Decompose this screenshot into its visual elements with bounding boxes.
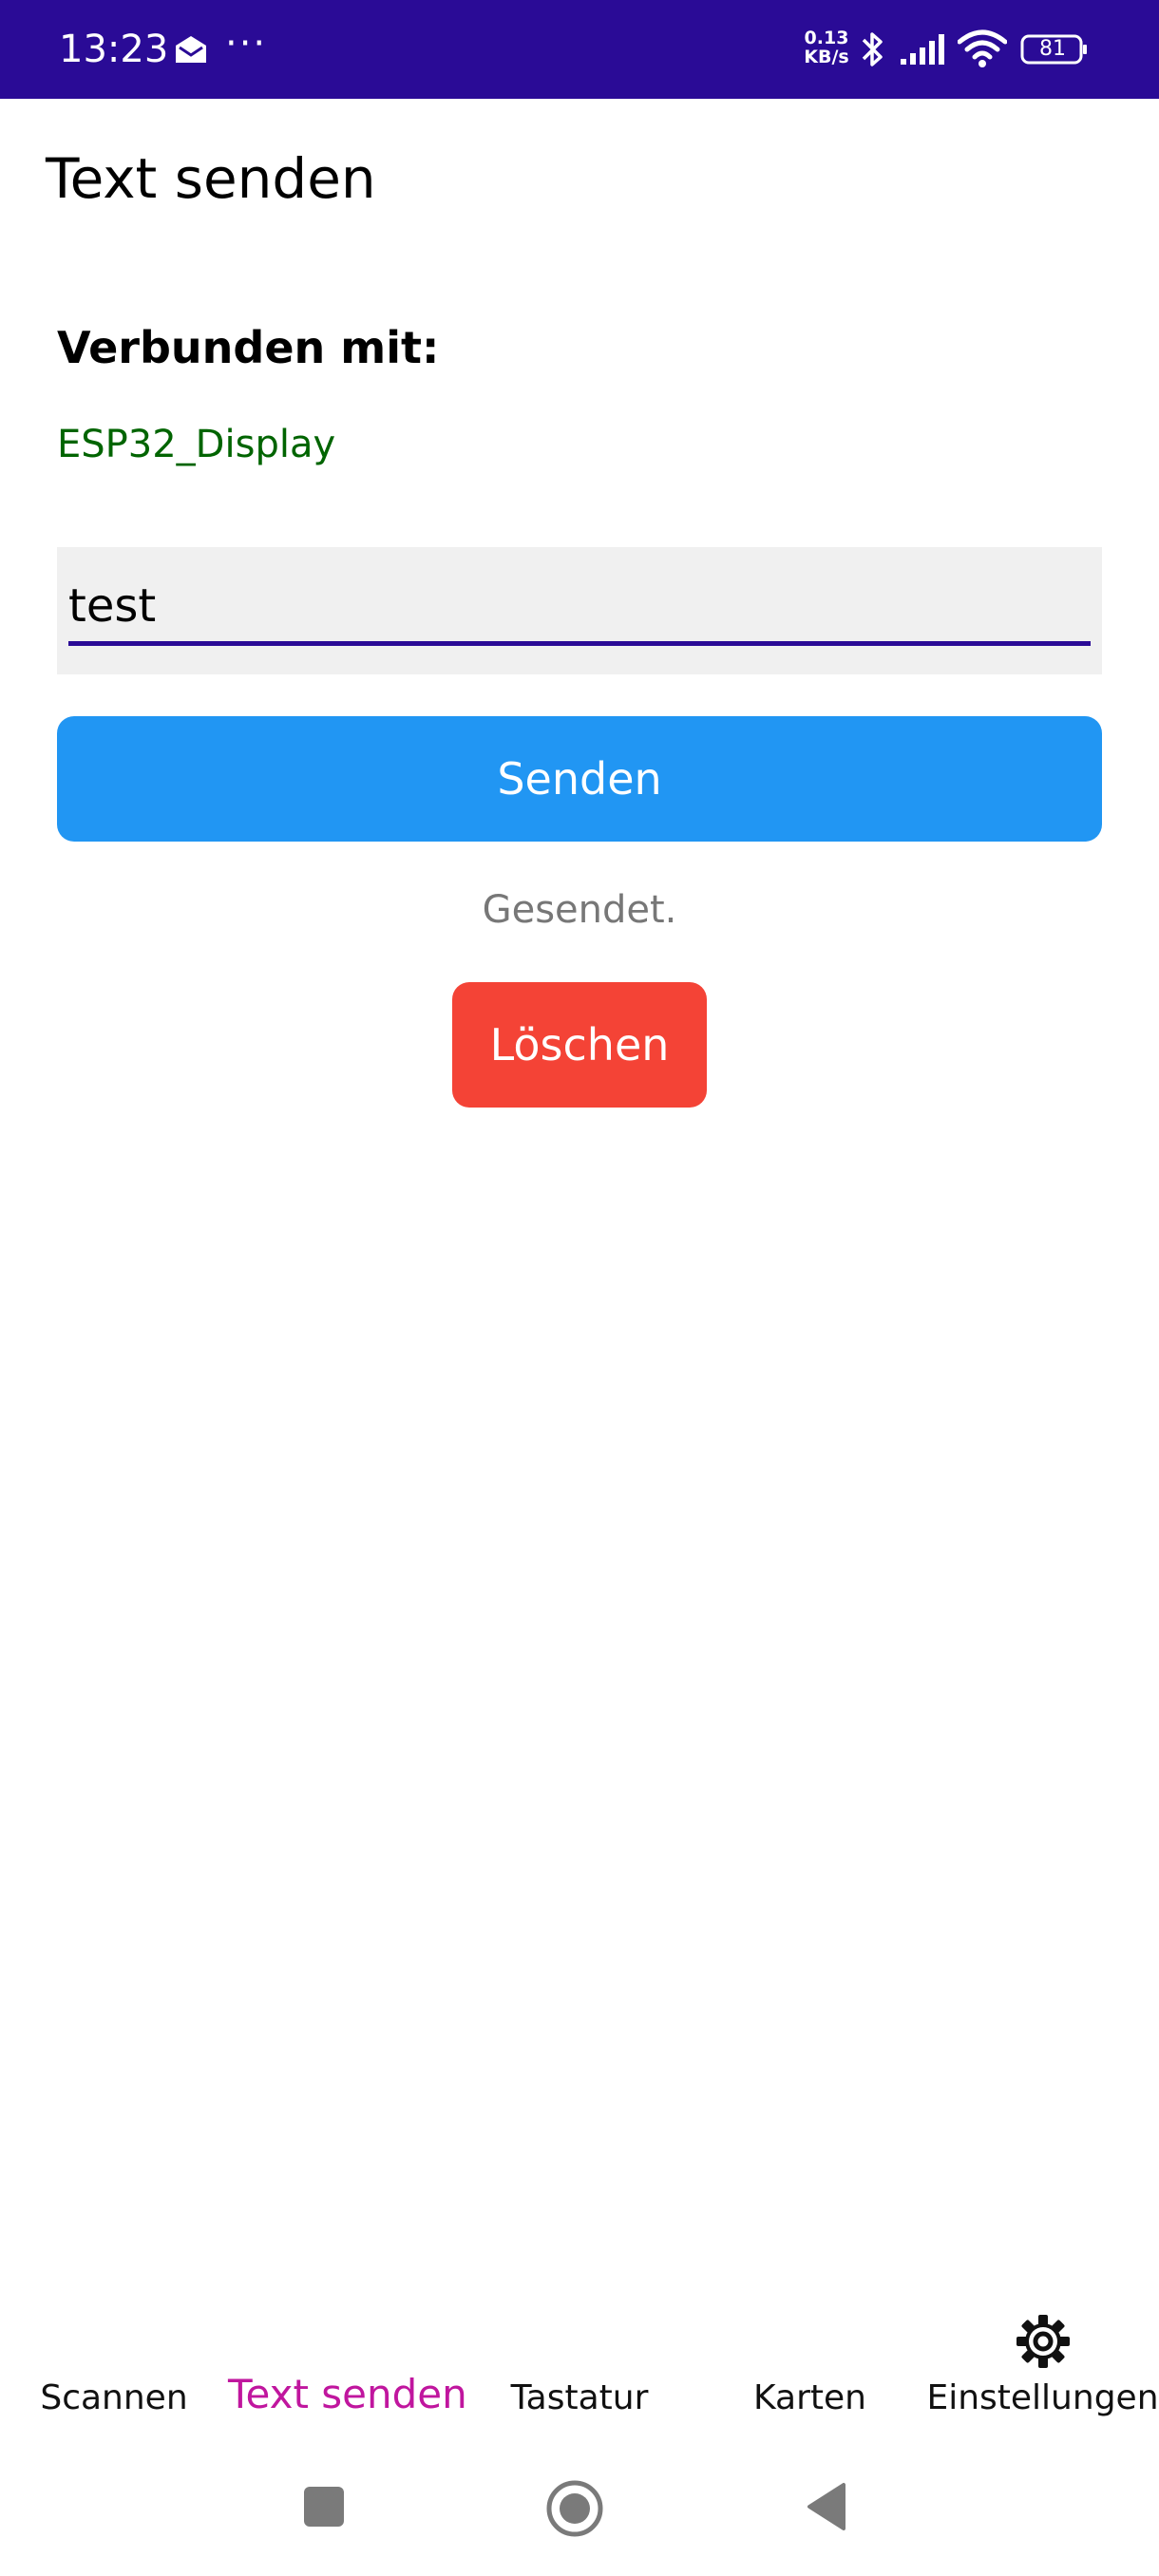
- tab-label: Einstellungen: [926, 2378, 1159, 2417]
- tab-karten[interactable]: Karten: [694, 2299, 926, 2441]
- delete-button[interactable]: Löschen: [452, 982, 707, 1108]
- mail-icon: [176, 36, 206, 63]
- wifi-icon: [958, 29, 1007, 67]
- network-speed: 0.13 KB/s: [800, 28, 853, 66]
- tab-label: Text senden: [228, 2371, 467, 2417]
- bluetooth-icon: [862, 32, 883, 66]
- battery-icon: 81: [1020, 34, 1089, 65]
- tab-scannen[interactable]: Scannen: [0, 2299, 228, 2441]
- network-speed-unit: KB/s: [804, 47, 849, 67]
- bottom-navigation: Scannen Text senden Tastatur Karten Eins…: [0, 2299, 1159, 2451]
- tab-text-senden[interactable]: Text senden: [228, 2299, 467, 2441]
- send-button[interactable]: Senden: [57, 716, 1102, 842]
- home-button[interactable]: [545, 2479, 604, 2538]
- tab-tastatur[interactable]: Tastatur: [466, 2299, 694, 2441]
- network-speed-value: 0.13: [804, 28, 849, 48]
- battery-level: 81: [1039, 37, 1066, 61]
- signal-icon: [901, 34, 944, 65]
- back-button[interactable]: [806, 2481, 847, 2532]
- tab-label: Scannen: [40, 2378, 188, 2417]
- status-time: 13:23: [59, 28, 169, 71]
- tab-label: Tastatur: [510, 2378, 649, 2417]
- text-input-container: [57, 547, 1102, 674]
- connected-label: Verbunden mit:: [57, 322, 440, 373]
- page-title: Text senden: [46, 146, 376, 211]
- message-input[interactable]: [68, 570, 1091, 646]
- status-bar: 13:23 ··· 0.13 KB/s 81: [0, 0, 1159, 99]
- recents-button[interactable]: [304, 2487, 344, 2527]
- system-navigation-bar: [0, 2451, 1159, 2576]
- more-notifications-icon: ···: [225, 22, 268, 66]
- status-message: Gesendet.: [482, 888, 677, 932]
- tab-einstellungen[interactable]: Einstellungen: [926, 2299, 1159, 2441]
- device-name: ESP32_Display: [57, 423, 336, 466]
- tab-label: Karten: [753, 2378, 866, 2417]
- gear-icon: [1016, 2315, 1070, 2368]
